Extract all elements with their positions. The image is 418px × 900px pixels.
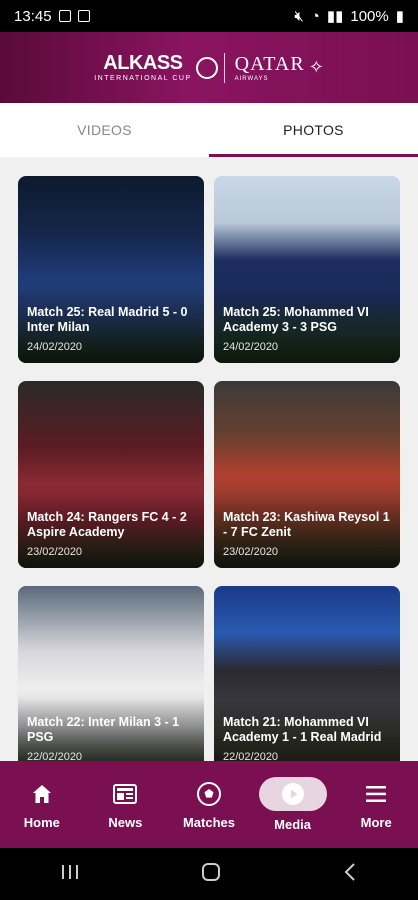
news-icon	[112, 779, 138, 809]
checkbox-icon	[77, 10, 90, 22]
battery-text: 100%	[350, 7, 389, 25]
card-date: 22/02/2020	[27, 751, 83, 761]
tab-photos[interactable]: PHOTOS	[209, 103, 418, 157]
card-title: Match 25: Mohammed VI Academy 3 - 3 PSG	[223, 305, 369, 334]
recent-apps-icon[interactable]	[60, 863, 80, 886]
nav-label: Matches	[182, 815, 235, 830]
card-title: Match 21: Mohammed VI Academy 1 - 1 Real…	[223, 715, 382, 744]
logo-divider	[223, 52, 225, 83]
bottom-nav: Home News Matches Media More	[0, 761, 418, 848]
home-button-icon[interactable]	[200, 861, 222, 888]
photo-card[interactable]: Match 21: Mohammed VI Academy 1 - 1 Real…	[214, 586, 400, 761]
card-title: Match 22: Inter Milan 3 - 1 PSG	[27, 715, 180, 744]
nav-label: Home	[23, 815, 60, 830]
card-date: 24/02/2020	[27, 341, 83, 353]
back-icon[interactable]	[342, 862, 358, 887]
status-time: 13:45	[14, 7, 52, 25]
card-title: Match 24: Rangers FC 4 - 2 Aspire Academ…	[27, 510, 187, 539]
card-date: 23/02/2020	[223, 546, 279, 558]
gallery-icon	[58, 10, 71, 22]
nav-label: Media	[274, 817, 311, 832]
card-title: Match 25: Real Madrid 5 - 0 Inter Milan	[27, 305, 188, 334]
app-header: ALKASS INTERNATIONAL CUP QATAR AIRWAYS ✧	[0, 32, 418, 103]
nav-media[interactable]: Media	[251, 761, 335, 848]
photo-card[interactable]: Match 25: Mohammed VI Academy 3 - 3 PSG …	[214, 176, 400, 363]
photo-card[interactable]: Match 23: Kashiwa Reysol 1 - 7 FC Zenit …	[214, 381, 400, 568]
nav-label: More	[360, 815, 392, 830]
nav-home[interactable]: Home	[0, 761, 84, 848]
qatar-airways-logo: QATAR AIRWAYS	[234, 52, 305, 82]
battery-icon: ▮	[395, 8, 404, 25]
nav-matches[interactable]: Matches	[167, 761, 251, 848]
card-title: Match 23: Kashiwa Reysol 1 - 7 FC Zenit	[223, 510, 390, 539]
nav-more[interactable]: More	[334, 761, 418, 848]
tab-videos[interactable]: VIDEOS	[0, 103, 209, 157]
signal-icon: ▮▮	[326, 8, 344, 25]
photo-card[interactable]: Match 25: Real Madrid 5 - 0 Inter Milan …	[18, 176, 204, 363]
status-bar: 13:45 🔇︎ ◔ ▮▮ 100% ▮	[0, 0, 418, 32]
nav-label: News	[108, 815, 143, 830]
oryx-logo-icon: ✧	[308, 57, 324, 77]
photo-card[interactable]: Match 22: Inter Milan 3 - 1 PSG 22/02/20…	[18, 586, 204, 761]
card-date: 22/02/2020	[223, 751, 279, 761]
card-date: 23/02/2020	[27, 546, 83, 558]
wifi-icon: ◔	[310, 7, 320, 25]
mute-icon: 🔇︎	[294, 7, 304, 25]
soccer-ball-icon	[196, 779, 222, 809]
card-date: 24/02/2020	[223, 341, 279, 353]
soccer-ball-logo-icon	[195, 56, 218, 79]
photo-grid: Match 25: Real Madrid 5 - 0 Inter Milan …	[0, 157, 418, 761]
alkass-logo: ALKASS INTERNATIONAL CUP	[94, 52, 192, 82]
system-nav-bar	[0, 848, 418, 900]
nav-news[interactable]: News	[84, 761, 168, 848]
menu-icon	[364, 779, 388, 809]
play-icon	[258, 777, 327, 811]
home-icon	[30, 779, 54, 809]
photo-card[interactable]: Match 24: Rangers FC 4 - 2 Aspire Academ…	[18, 381, 204, 568]
media-tabs: VIDEOS PHOTOS	[0, 103, 418, 157]
